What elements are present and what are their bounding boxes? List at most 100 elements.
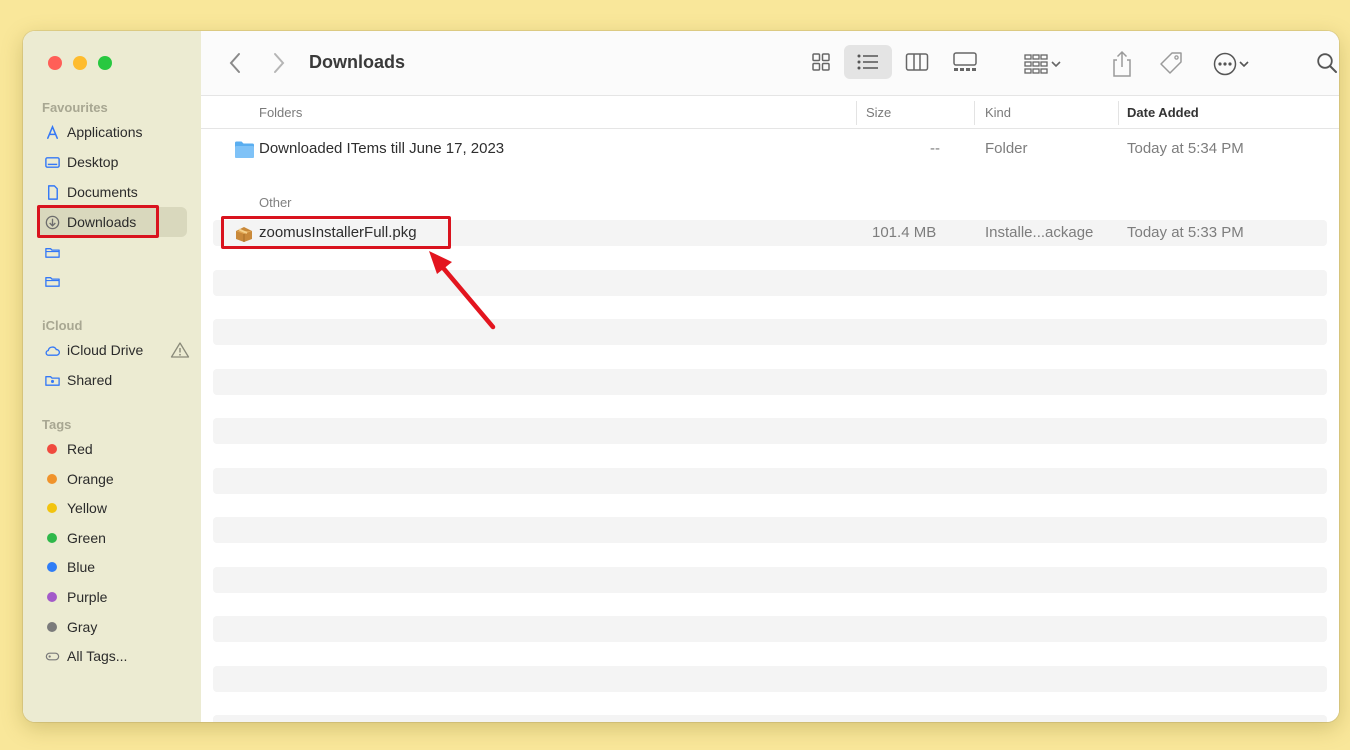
forward-button[interactable] [269,51,289,75]
column-header-date-added[interactable]: Date Added [1127,105,1199,120]
folder-icon [43,243,61,261]
file-kind: Installe...ackage [985,224,1094,241]
shared-folder-icon [43,371,61,389]
empty-row [213,369,1327,395]
favourites-section-label: Favourites [42,100,108,115]
search-button[interactable] [1314,50,1339,76]
sidebar-item-label: Downloads [67,214,137,230]
sidebar-item-label: Applications [67,124,143,140]
sidebar-tag-orange[interactable]: Orange [37,464,187,494]
grid-icon [812,53,830,71]
all-tags-icon [43,647,61,665]
tag-color-dot [47,503,57,513]
sidebar-item-label: Yellow [67,500,107,516]
list-icon [857,54,878,70]
tag-color-dot [47,444,57,454]
gallery-view-button[interactable] [941,45,989,79]
sidebar-item-downloads[interactable]: Downloads [37,207,187,237]
empty-row [213,468,1327,494]
sidebar-item-documents[interactable]: Documents [37,177,187,207]
empty-row [213,319,1327,345]
empty-row [213,567,1327,593]
group-by-button[interactable] [1019,51,1067,77]
column-divider[interactable] [856,101,857,125]
sidebar-item-label: Desktop [67,154,119,170]
share-button[interactable] [1109,49,1135,79]
window-title: Downloads [309,52,406,72]
folder-icon [43,272,61,290]
package-icon [236,227,252,242]
tag-color-dot [47,533,57,543]
file-row-folder[interactable]: Downloaded ITems till June 17, 2023 -- F… [213,136,1327,162]
column-header-size[interactable]: Size [866,105,891,120]
chevron-down-icon [1239,61,1249,68]
empty-row [213,517,1327,543]
sidebar-item-label: Purple [67,589,108,605]
chevron-down-icon [1051,61,1061,68]
share-icon [1113,50,1131,77]
file-size: -- [930,140,940,157]
sidebar-item-label: Red [67,441,93,457]
empty-row [213,715,1327,722]
sidebar-tag-green[interactable]: Green [37,523,187,553]
sidebar-item-applications[interactable]: Applications [37,117,187,147]
empty-row [213,666,1327,692]
file-size: 101.4 MB [872,224,937,241]
sidebar-item-all-tags[interactable]: All Tags... [37,641,187,671]
sidebar-item-icloud-drive[interactable]: iCloud Drive [37,335,190,365]
column-header-kind[interactable]: Kind [985,105,1011,120]
sidebar-tag-gray[interactable]: Gray [37,612,187,642]
icon-view-button[interactable] [797,45,845,79]
sidebar-item-folder-1[interactable] [37,237,187,267]
sidebar: Favourites Applications Desktop Document… [23,31,201,722]
column-header-name[interactable]: Folders [259,105,302,120]
column-header: Folders Size Kind Date Added [201,97,1339,129]
file-date-added: Today at 5:34 PM [1127,140,1244,157]
more-actions-button[interactable] [1207,50,1255,78]
list-view-button[interactable] [844,45,892,79]
column-view-button[interactable] [893,45,941,79]
sidebar-tag-blue[interactable]: Blue [37,552,187,582]
back-button[interactable] [225,51,245,75]
file-name: zoomusInstallerFull.pkg [259,224,417,241]
finder-window: Favourites Applications Desktop Document… [23,31,1339,722]
tag-color-dot [47,474,57,484]
file-row-pkg[interactable]: zoomusInstallerFull.pkg 101.4 MB Install… [213,220,1327,246]
empty-row [213,418,1327,444]
applications-icon [43,123,61,141]
download-icon [43,213,61,231]
chevron-left-icon [229,53,240,73]
minimize-window-button[interactable] [73,56,87,70]
sidebar-item-label: iCloud Drive [67,342,144,358]
gallery-icon [953,52,977,71]
window-controls [48,56,112,70]
columns-icon [905,53,929,71]
close-window-button[interactable] [48,56,62,70]
zoom-window-button[interactable] [98,56,112,70]
sidebar-tag-yellow[interactable]: Yellow [37,493,187,523]
column-divider[interactable] [1118,101,1119,125]
sidebar-item-label: Shared [67,372,113,388]
document-icon [43,183,61,201]
file-kind: Folder [985,140,1028,157]
sidebar-item-label: Orange [67,471,114,487]
sidebar-item-folder-2[interactable] [37,266,187,296]
group-label-other: Other [259,195,292,210]
sidebar-tag-red[interactable]: Red [37,434,187,464]
tag-color-dot [47,592,57,602]
sidebar-item-shared[interactable]: Shared [37,365,187,395]
icloud-section-label: iCloud [42,318,83,333]
tag-color-dot [47,562,57,572]
folder-icon [235,141,254,158]
empty-row [213,616,1327,642]
search-icon [1317,53,1337,73]
file-name: Downloaded ITems till June 17, 2023 [259,140,505,157]
sidebar-tag-purple[interactable]: Purple [37,582,187,612]
sidebar-item-label: Gray [67,619,98,635]
empty-row [213,270,1327,296]
warning-icon[interactable] [170,341,190,359]
sidebar-item-desktop[interactable]: Desktop [37,147,187,177]
tags-button[interactable] [1156,50,1186,78]
file-date-added: Today at 5:33 PM [1127,224,1244,241]
column-divider[interactable] [974,101,975,125]
